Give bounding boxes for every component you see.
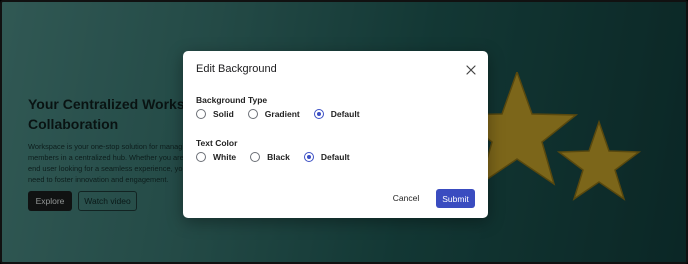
radio-white[interactable] [196,152,206,162]
text-color-label: Text Color [196,138,238,148]
text-option-white[interactable]: White [196,152,236,162]
cancel-button[interactable]: Cancel [389,189,423,207]
radio-label: White [213,152,237,162]
radio-gradient[interactable] [247,109,258,119]
edit-background-dialog: Edit Background Background Type Solid Gr… [183,51,488,218]
radio-label: Gradient [264,109,300,119]
bg-option-default[interactable]: Default [313,109,360,119]
radio-solid[interactable] [196,109,206,119]
close-button[interactable] [464,63,478,77]
radio-default[interactable] [303,152,314,162]
radio-label: Default [320,152,350,162]
text-option-default[interactable]: Default [303,152,350,162]
bg-option-gradient[interactable]: Gradient [247,109,300,119]
close-icon [466,65,476,75]
text-option-black[interactable]: Black [250,152,290,162]
bg-option-solid[interactable]: Solid [196,109,234,119]
radio-black[interactable] [250,152,261,162]
background-type-group: Solid Gradient Default [196,109,374,119]
background-type-label: Background Type [196,95,268,105]
text-color-group: White Black Default [196,152,364,162]
radio-label: Black [267,152,290,162]
radio-label: Solid [213,109,234,119]
radio-default[interactable] [313,109,324,119]
dialog-title: Edit Background [196,63,277,75]
radio-label: Default [330,109,360,119]
submit-button[interactable]: Submit [436,189,475,208]
